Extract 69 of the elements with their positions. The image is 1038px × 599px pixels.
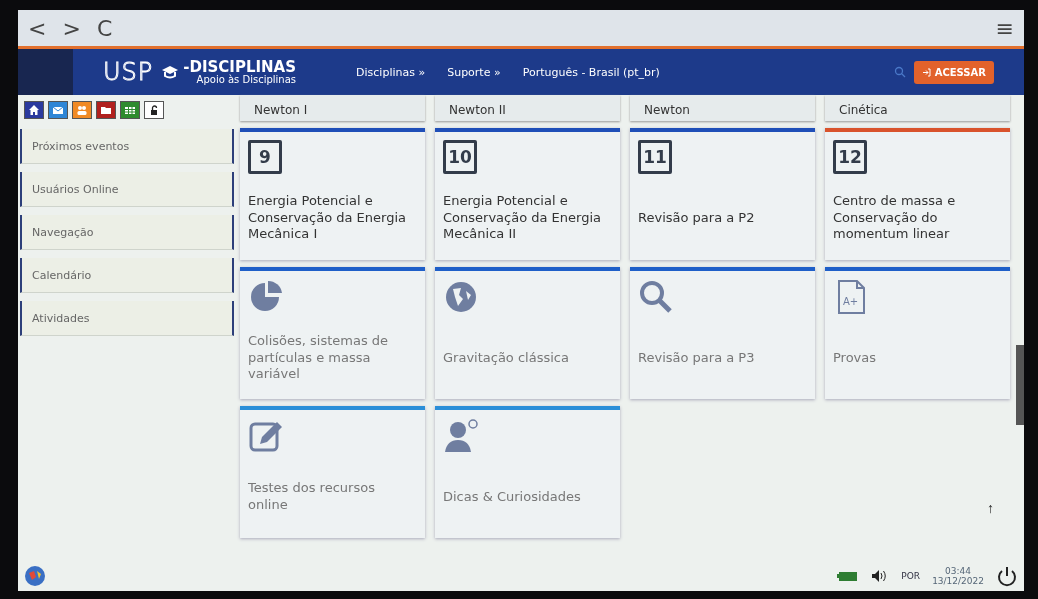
home-icon bbox=[28, 104, 40, 116]
sidebar-block[interactable]: Atividades bbox=[20, 301, 234, 336]
forward-button[interactable]: > bbox=[62, 15, 81, 41]
topic-title: Dicas & Curiosidades bbox=[443, 487, 582, 506]
topic-tile[interactable]: 10 Energia Potencial e Conservação da Energia Mecânica II bbox=[435, 128, 620, 260]
topic-tile[interactable]: 12 Centro de massa e Conservação do momentum linear bbox=[825, 128, 1010, 260]
quick-link-button[interactable] bbox=[24, 101, 44, 119]
start-orb-icon[interactable] bbox=[24, 565, 46, 587]
topic-tile[interactable]: A+ Provas bbox=[825, 267, 1010, 399]
topic-tile[interactable]: 11 Revisão para a P2 bbox=[630, 128, 815, 260]
topic-title: Energia Potencial e Conservação da Energia Mecânica I bbox=[248, 191, 407, 244]
topic-tile[interactable]: Cinética bbox=[825, 95, 1010, 121]
header-block bbox=[18, 49, 73, 95]
mail-icon bbox=[52, 104, 64, 116]
topic-title: Energia Potencial e Conservação da Energia Mecânica II bbox=[443, 191, 602, 244]
table-icon bbox=[124, 104, 136, 116]
globe-icon bbox=[443, 279, 479, 315]
topic-tile[interactable]: Colisões, sistemas de partículas e massa variável bbox=[240, 267, 425, 399]
topic-number: 10 bbox=[443, 140, 477, 174]
login-icon bbox=[921, 67, 931, 77]
quick-link-button[interactable] bbox=[120, 101, 140, 119]
sidebar-block[interactable]: Usuários Online bbox=[20, 172, 234, 207]
topic-tile[interactable]: Newton I bbox=[240, 95, 425, 121]
brand-name: -DISCIPLINAS bbox=[183, 59, 297, 75]
topic-number: 9 bbox=[248, 140, 282, 174]
topic-title: Colisões, sistemas de partículas e massa variável bbox=[248, 331, 390, 384]
people-icon bbox=[76, 104, 88, 116]
quick-link-button[interactable] bbox=[48, 101, 68, 119]
topic-tile[interactable]: Testes dos recursos online bbox=[240, 406, 425, 538]
menu-button[interactable]: ≡ bbox=[995, 15, 1014, 41]
sidebar-block[interactable]: Navegação bbox=[20, 215, 234, 250]
nav-menu-item[interactable]: Disciplinas » bbox=[356, 65, 426, 79]
topic-title: Centro de massa e Conservação do momentum linear bbox=[833, 191, 957, 244]
site-logo[interactable]: USP bbox=[103, 58, 154, 86]
nav-menu-item[interactable]: Português - Brasil (pt_br) bbox=[522, 65, 660, 79]
topic-tile[interactable]: 9 Energia Potencial e Conservação da Energia Mecânica I bbox=[240, 128, 425, 260]
topic-tile[interactable]: Gravitação clássica bbox=[435, 267, 620, 399]
topic-title: Gravitação clássica bbox=[443, 348, 570, 367]
lock-icon bbox=[148, 104, 160, 116]
scrollbar-thumb[interactable] bbox=[1016, 345, 1024, 425]
topic-title: Revisão para a P2 bbox=[638, 208, 756, 227]
search-icon bbox=[638, 279, 674, 315]
power-icon[interactable] bbox=[996, 565, 1018, 587]
sidebar-block[interactable]: Próximos eventos bbox=[20, 129, 234, 164]
clock-date[interactable]: 13/12/2022 bbox=[932, 576, 984, 586]
topic-tile[interactable]: Newton bbox=[630, 95, 815, 121]
topic-number: 12 bbox=[833, 140, 867, 174]
back-to-top-button[interactable]: ↑ bbox=[981, 499, 1000, 517]
sidebar-block[interactable]: Calendário bbox=[20, 258, 234, 293]
clock-time[interactable]: 03:44 bbox=[945, 566, 972, 576]
graduation-cap-icon bbox=[161, 65, 180, 79]
language-indicator[interactable]: POR bbox=[901, 571, 921, 581]
topic-title: Provas bbox=[833, 348, 878, 367]
topic-title: Revisão para a P3 bbox=[638, 348, 756, 367]
reload-button[interactable]: C bbox=[96, 15, 113, 41]
quick-link-button[interactable] bbox=[72, 101, 92, 119]
back-button[interactable]: < bbox=[28, 15, 47, 41]
folder-icon bbox=[100, 104, 112, 116]
topic-tile[interactable]: Dicas & Curiosidades bbox=[435, 406, 620, 538]
person-icon bbox=[443, 418, 479, 454]
topic-number: 11 bbox=[638, 140, 672, 174]
topic-tile[interactable]: Revisão para a P3 bbox=[630, 267, 815, 399]
quick-link-button[interactable] bbox=[96, 101, 116, 119]
topic-title: Testes dos recursos online bbox=[248, 479, 376, 514]
battery-icon[interactable] bbox=[837, 570, 860, 582]
quick-link-button[interactable] bbox=[144, 101, 164, 119]
nav-menu-item[interactable]: Suporte » bbox=[447, 65, 501, 79]
brand-tagline: Apoio às Disciplinas bbox=[196, 74, 297, 85]
topic-tile[interactable]: Newton II bbox=[435, 95, 620, 121]
